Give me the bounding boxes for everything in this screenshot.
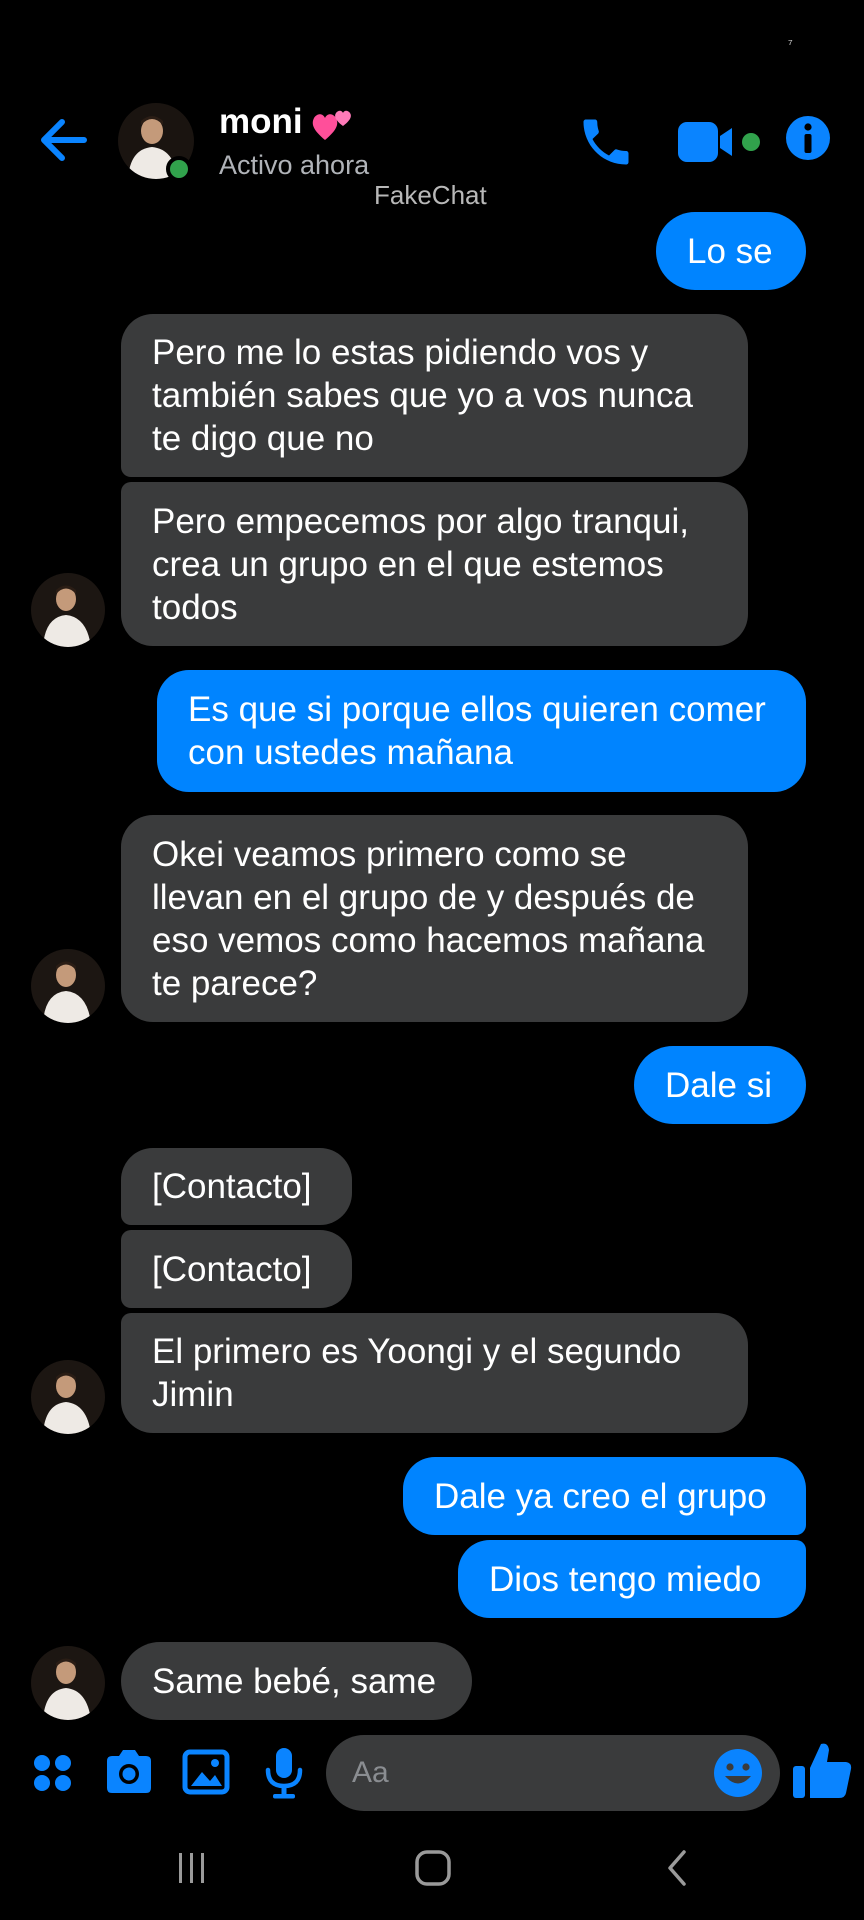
- message-bubble-outgoing[interactable]: Dale si: [634, 1046, 806, 1124]
- message-bubble-incoming[interactable]: Same bebé, same: [121, 1642, 472, 1720]
- message-bubble-incoming[interactable]: Okei veamos primero como se llevan en el…: [121, 815, 748, 1022]
- message-bubble-incoming[interactable]: [Contacto]: [121, 1230, 352, 1308]
- emoji-icon[interactable]: [712, 1747, 764, 1799]
- message-bubble-incoming[interactable]: Pero me lo estas pidiendo vos y también …: [121, 314, 748, 477]
- contact-avatar-small[interactable]: [31, 573, 105, 647]
- message-input[interactable]: [350, 1755, 684, 1791]
- two-hearts-icon: [312, 110, 351, 140]
- back-nav-icon[interactable]: [660, 1840, 696, 1896]
- message-bubble-incoming[interactable]: [Contacto]: [121, 1148, 352, 1225]
- info-icon[interactable]: [784, 114, 832, 162]
- gallery-icon[interactable]: [182, 1744, 230, 1802]
- contact-avatar-small[interactable]: [31, 1360, 105, 1434]
- message-bubble-outgoing[interactable]: Dios tengo miedo: [458, 1540, 806, 1618]
- watermark: FakeChat: [374, 180, 487, 210]
- message-bubble-outgoing[interactable]: Dale ya creo el grupo: [403, 1457, 806, 1535]
- phone-icon[interactable]: [576, 112, 636, 172]
- contact-name[interactable]: moni: [219, 102, 355, 144]
- contact-name-text: moni: [219, 102, 303, 141]
- thumbs-up-icon[interactable]: [790, 1738, 856, 1804]
- message-bubble-incoming[interactable]: El primero es Yoongi y el segundo Jimin: [121, 1313, 748, 1433]
- contact-status: Activo ahora: [219, 150, 370, 180]
- online-indicator: [166, 156, 192, 182]
- camera-icon[interactable]: [104, 1744, 154, 1802]
- contact-avatar-small[interactable]: [31, 1646, 105, 1720]
- status-bar-glyph: ⁷: [788, 36, 793, 51]
- message-bubble-outgoing[interactable]: Lo se: [656, 212, 806, 290]
- message-bubble-outgoing[interactable]: Es que si porque ellos quieren comer con…: [157, 670, 806, 792]
- apps-grid-icon[interactable]: [32, 1744, 72, 1802]
- video-camera-icon[interactable]: [676, 116, 766, 168]
- contact-avatar-small[interactable]: [31, 949, 105, 1023]
- recents-nav-icon[interactable]: [174, 1840, 210, 1896]
- microphone-icon[interactable]: [262, 1744, 306, 1802]
- message-bubble-incoming[interactable]: Pero empecemos por algo tranqui, crea un…: [121, 482, 748, 646]
- home-nav-icon[interactable]: [412, 1840, 456, 1896]
- back-arrow-icon[interactable]: [36, 112, 92, 168]
